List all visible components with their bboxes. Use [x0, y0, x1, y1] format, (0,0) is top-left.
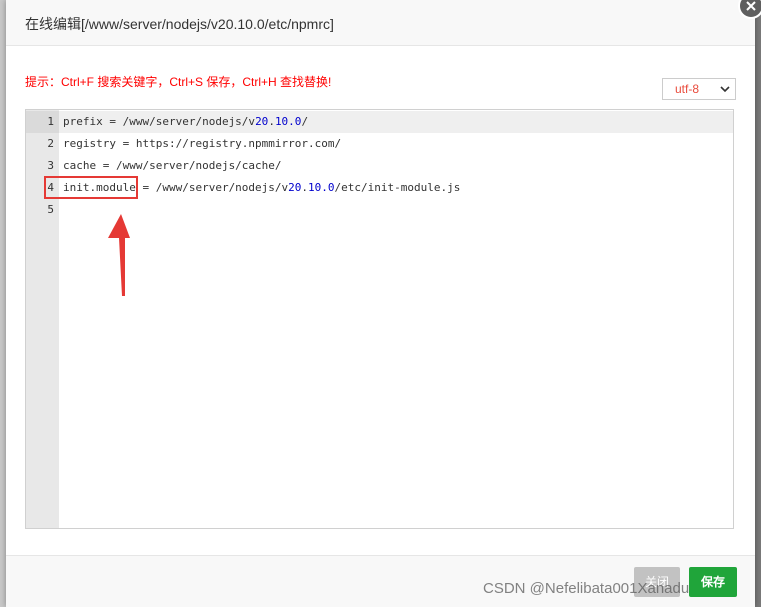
encoding-select[interactable]: utf-8	[662, 78, 736, 100]
code-line[interactable]: registry = https://registry.npmmirror.co…	[63, 137, 341, 150]
chevron-down-icon	[720, 86, 730, 93]
online-edit-dialog: 在线编辑[/www/server/nodejs/v20.10.0/etc/npm…	[6, 0, 761, 607]
line-number: 2	[47, 137, 54, 150]
line-number: 3	[47, 159, 54, 172]
code-line[interactable]: prefix = /www/server/nodejs/v20.10.0/	[63, 115, 308, 128]
code-line[interactable]: cache = /www/server/nodejs/cache/	[63, 159, 282, 172]
dialog-title: 在线编辑[/www/server/nodejs/v20.10.0/etc/npm…	[25, 16, 334, 32]
shortcut-hint: 提示：Ctrl+F 搜索关键字，Ctrl+S 保存，Ctrl+H 查找替换!	[25, 75, 332, 89]
save-button[interactable]: 保存	[689, 567, 737, 597]
annotation-highlight-box	[44, 176, 138, 199]
watermark: CSDN @Nefelibata001Xanadu	[483, 580, 690, 597]
dialog-title-bar: 在线编辑[/www/server/nodejs/v20.10.0/etc/npm…	[6, 0, 755, 46]
encoding-selected-value: utf-8	[675, 82, 700, 96]
line-number-gutter	[26, 110, 59, 528]
line-number: 1	[47, 115, 54, 128]
arrow-up-icon	[108, 214, 130, 296]
line-number: 5	[47, 203, 54, 216]
code-editor[interactable]: 1 2 3 4 5 prefix = /www/server/nodejs/v2…	[25, 109, 734, 529]
